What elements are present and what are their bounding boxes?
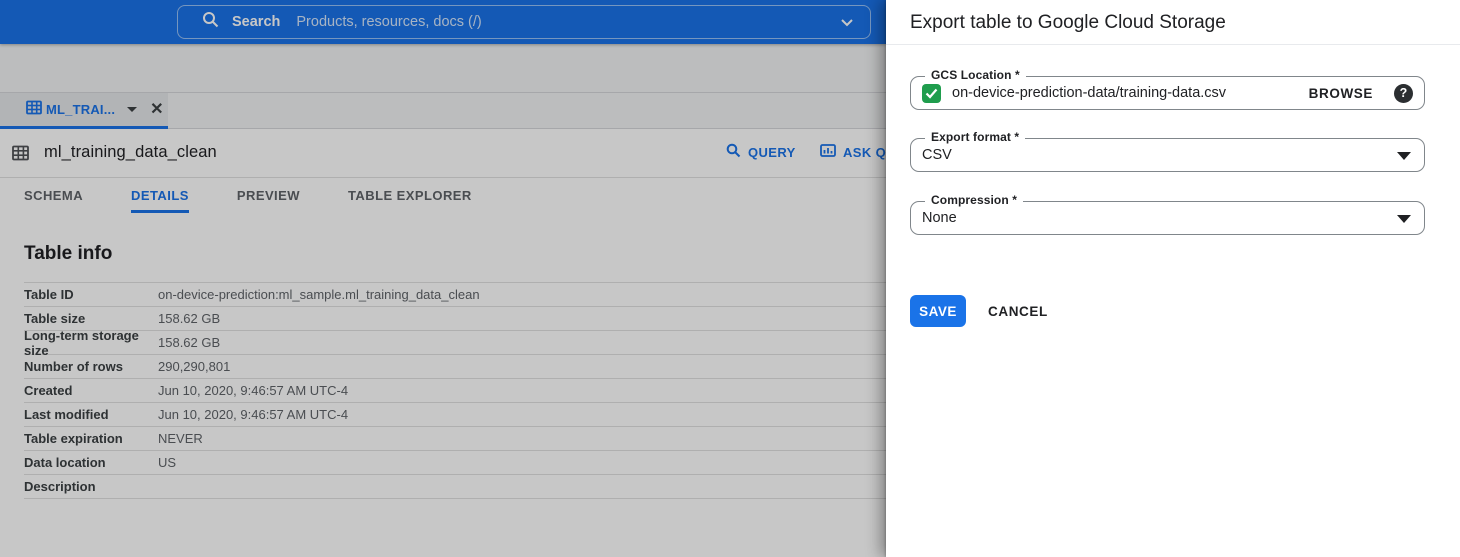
export-format-value: CSV bbox=[922, 147, 952, 163]
save-button[interactable]: SAVE bbox=[910, 295, 966, 327]
help-icon[interactable]: ? bbox=[1394, 84, 1413, 103]
gcs-location-label: GCS Location * bbox=[925, 68, 1026, 82]
dialog-actions: SAVE CANCEL bbox=[910, 295, 1425, 327]
valid-checkbox-icon[interactable] bbox=[922, 84, 941, 103]
cancel-button[interactable]: CANCEL bbox=[988, 304, 1048, 319]
compression-value: None bbox=[922, 210, 957, 226]
browse-button[interactable]: BROWSE bbox=[1309, 86, 1373, 101]
compression-label: Compression * bbox=[925, 193, 1023, 207]
dropdown-caret-icon bbox=[1397, 215, 1411, 223]
dialog-title: Export table to Google Cloud Storage bbox=[886, 0, 1460, 45]
dropdown-caret-icon bbox=[1397, 152, 1411, 160]
export-format-label: Export format * bbox=[925, 130, 1025, 144]
export-dialog: Export table to Google Cloud Storage GCS… bbox=[886, 0, 1460, 557]
modal-scrim[interactable] bbox=[0, 0, 886, 557]
screen: Search Products, resources, docs (/) bbox=[0, 0, 1460, 557]
gcs-location-field[interactable]: GCS Location * on-device-prediction-data… bbox=[910, 76, 1425, 110]
dialog-body: GCS Location * on-device-prediction-data… bbox=[886, 76, 1460, 327]
export-format-select[interactable]: Export format * CSV bbox=[910, 138, 1425, 172]
gcs-location-value[interactable]: on-device-prediction-data/training-data.… bbox=[952, 85, 1309, 101]
compression-select[interactable]: Compression * None bbox=[910, 201, 1425, 235]
